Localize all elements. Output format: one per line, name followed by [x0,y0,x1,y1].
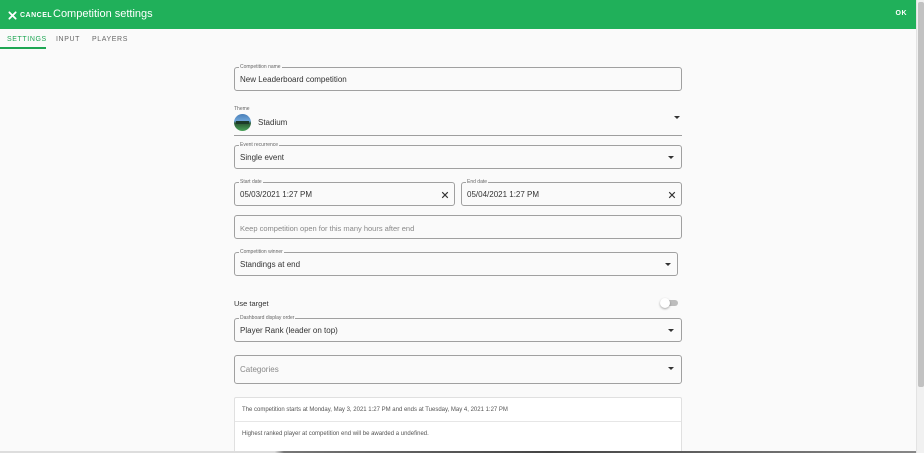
dashboard-order-value: Player Rank (leader on top) [240,326,338,335]
start-date-label: Start date [239,179,263,186]
start-date-field[interactable]: Start date 05/03/2021 1:27 PM [234,179,455,206]
competition-winner-select[interactable]: Competition winner Standings at end [234,249,678,276]
event-recurrence-arrow-icon [668,156,674,159]
active-tab-indicator [0,47,46,49]
competition-winner-label: Competition winner [239,249,284,256]
competition-name-label: Competition name [239,64,282,71]
competition-winner-arrow-icon [665,263,671,266]
competition-winner-value: Standings at end [240,260,301,269]
summary-schedule-text: The competition starts at Monday, May 3,… [242,407,508,413]
tab-bar: SETTINGS INPUT PLAYERS [0,29,916,49]
competition-name-field[interactable]: Competition name New Leaderboard competi… [234,64,682,91]
end-date-label: End date [466,179,489,186]
theme-underline [234,135,682,136]
categories-placeholder: Categories [240,365,279,374]
ok-button[interactable]: OK [896,10,908,17]
tab-input[interactable]: INPUT [56,36,80,43]
theme-label: Theme [234,106,250,112]
event-recurrence-label: Event recurrence [239,142,280,149]
close-icon [8,10,17,20]
event-recurrence-select[interactable]: Event recurrence Single event [234,142,682,169]
summary-divider [235,421,681,422]
event-recurrence-value: Single event [240,153,285,162]
tab-settings[interactable]: SETTINGS [7,36,47,43]
start-date-value: 05/03/2021 1:27 PM [240,190,313,199]
end-date-field[interactable]: End date 05/04/2021 1:27 PM [461,179,682,206]
theme-dropdown-arrow-icon[interactable] [674,116,680,119]
cancel-button[interactable]: CANCEL [8,9,52,21]
clear-start-date-icon[interactable] [441,191,449,199]
use-target-label: Use target [234,299,269,308]
app-header: CANCEL Competition settings OK [0,0,916,29]
dashboard-order-arrow-icon [668,329,674,332]
categories-arrow-icon [668,367,674,370]
cancel-label: CANCEL [20,11,53,19]
page-scrollbar[interactable] [916,0,924,453]
keep-open-hours-input[interactable]: Keep competition open for this many hour… [234,215,682,239]
tab-players[interactable]: PLAYERS [92,36,128,43]
categories-select[interactable]: Categories [234,355,682,384]
clear-end-date-icon[interactable] [668,191,676,199]
competition-summary-card: The competition starts at Monday, May 3,… [234,397,682,453]
dashboard-order-label: Dashboard display order [239,315,296,322]
stadium-thumbnail-icon [234,114,251,131]
use-target-toggle-knob[interactable] [660,298,670,308]
summary-award-text: Highest ranked player at competition end… [242,431,429,437]
scrollbar-thumb[interactable] [918,2,924,387]
page-title: Competition settings [53,8,153,20]
theme-value[interactable]: Stadium [258,118,287,127]
competition-name-value: New Leaderboard competition [240,75,347,84]
dashboard-order-select[interactable]: Dashboard display order Player Rank (lea… [234,315,682,342]
end-date-value: 05/04/2021 1:27 PM [467,190,540,199]
keep-open-placeholder: Keep competition open for this many hour… [240,224,415,233]
